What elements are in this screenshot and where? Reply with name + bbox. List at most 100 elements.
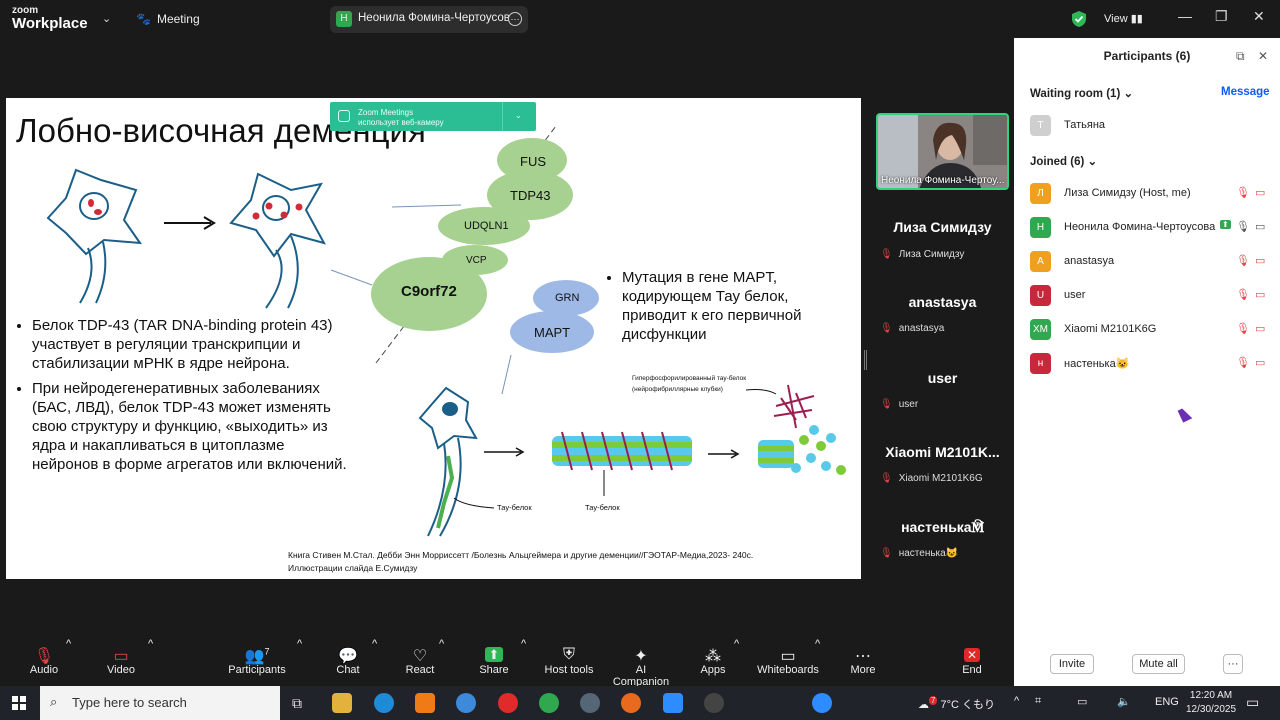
avatar: A [1030, 251, 1051, 272]
avatar: Л [1030, 183, 1051, 204]
yandex-icon[interactable] [498, 693, 518, 713]
video-off-icon[interactable]: ▭ [1255, 322, 1265, 335]
share-button[interactable]: ⬆ Share [478, 638, 510, 676]
waiting-participant-row[interactable]: Т Татьяна [1030, 115, 1270, 137]
share-options-caret[interactable]: ^ [521, 638, 526, 650]
participants-button[interactable]: 👥7 Participants [225, 638, 289, 676]
react-button[interactable]: ♡ React [404, 638, 436, 676]
whiteboards-options-caret[interactable]: ^ [815, 638, 820, 650]
minimize-icon[interactable]: — [1178, 8, 1192, 24]
edge-icon[interactable] [374, 693, 394, 713]
language-indicator[interactable]: ENG [1155, 696, 1179, 708]
waiting-room-header[interactable]: Waiting room (1) ⌄ [1030, 86, 1133, 100]
security-shield-icon[interactable] [1071, 10, 1087, 28]
show-hidden-icons-chevron[interactable]: ^ [1014, 695, 1019, 707]
zoom-taskbar-icon[interactable] [663, 693, 683, 713]
participant-row[interactable]: A anastasya 🎙 ▭ [1030, 251, 1270, 273]
apps-options-caret[interactable]: ^ [734, 638, 739, 650]
resize-handle[interactable] [864, 350, 867, 370]
end-button[interactable]: ✕ End [957, 638, 987, 676]
host-tools-button[interactable]: ⛨ Host tools [544, 638, 594, 676]
video-off-icon[interactable]: ▭ [1255, 186, 1265, 199]
app-icon[interactable] [704, 693, 724, 713]
video-tile[interactable]: user 🎙 user [876, 361, 1009, 431]
video-off-icon[interactable]: ▭ [1255, 288, 1265, 301]
participant-row[interactable]: н настенька😺 🎙 ▭ [1030, 353, 1270, 375]
chat-button[interactable]: 💬 Chat [333, 638, 363, 676]
help-icon[interactable] [812, 693, 832, 713]
more-options-icon[interactable]: ··· [508, 12, 522, 26]
taskbar-search-box[interactable]: ⌕ Type here to search [40, 686, 280, 720]
participants-options-caret[interactable]: ^ [297, 638, 302, 650]
nucleus-dot-icon [88, 199, 94, 207]
weather-widget[interactable]: ☁ 7 7°C くもり [918, 696, 995, 712]
maximize-icon[interactable]: ❐ [1215, 8, 1228, 25]
share-label: Share [479, 664, 509, 676]
chevron-down-icon[interactable]: ⌄ [515, 111, 522, 121]
video-off-icon[interactable]: ▭ [1255, 254, 1265, 267]
ai-companion-button[interactable]: ✦ AI Companion [607, 638, 675, 688]
video-options-caret[interactable]: ^ [148, 638, 153, 650]
mic-muted-icon[interactable]: 🎙 [1236, 322, 1250, 335]
participant-name: Татьяна [1064, 119, 1106, 131]
video-tile[interactable]: anastasya 🎙 anastasya [876, 285, 1009, 355]
react-options-caret[interactable]: ^ [439, 638, 444, 650]
video-icon[interactable]: ▭ [1255, 220, 1265, 233]
video-tile[interactable]: настенька🕅 🎙 настенька😺 [876, 511, 1009, 581]
vlc-icon[interactable] [415, 693, 435, 713]
close-icon[interactable]: ✕ [1253, 8, 1265, 25]
audio-button[interactable]: 🎙 Audio [24, 638, 64, 676]
windows-start-icon[interactable] [12, 696, 26, 710]
video-tile[interactable]: Лиза Симидзу 🎙 Лиза Симидзу [876, 210, 1009, 280]
mic-muted-icon[interactable]: 🎙 [1236, 186, 1250, 199]
apps-button[interactable]: ⁂ Apps [697, 638, 729, 676]
clock[interactable]: 12:20 AM 12/30/2025 [1186, 689, 1236, 717]
notifications-icon[interactable]: ▭ [1246, 694, 1259, 711]
participant-row[interactable]: U user 🎙 ▭ [1030, 285, 1270, 307]
video-tile[interactable]: Xiaomi M2101K... 🎙 Xiaomi M2101K6G [876, 436, 1009, 506]
apps-label: Apps [700, 664, 726, 676]
participant-row[interactable]: Н Неонила Фомина-Чертоусова ⬆ 🎙 ▭ [1030, 217, 1270, 239]
zoom-logo[interactable]: zoom Workplace [12, 6, 88, 32]
whiteboards-button[interactable]: ▭ Whiteboards [757, 638, 819, 676]
task-view-icon[interactable]: ⧉ [292, 695, 302, 712]
meeting-menu[interactable]: 🐾 Meeting [136, 12, 200, 26]
more-options-button[interactable]: ··· [1223, 654, 1243, 674]
mic-icon[interactable]: 🎙 [1236, 220, 1250, 233]
view-label: View [1104, 13, 1128, 25]
video-button[interactable]: ▭ Video [100, 638, 142, 676]
invite-button[interactable]: Invite [1050, 654, 1094, 674]
message-button[interactable]: Message [1221, 86, 1270, 98]
chevron-down-icon[interactable]: ⌄ [102, 12, 111, 25]
firefox-icon[interactable] [621, 693, 641, 713]
app-icon[interactable] [580, 693, 600, 713]
more-button[interactable]: ⋯ More [848, 638, 878, 676]
audio-options-caret[interactable]: ^ [66, 638, 71, 650]
chat-options-caret[interactable]: ^ [372, 638, 377, 650]
search-icon: ⌕ [50, 694, 58, 709]
chrome-icon[interactable] [539, 693, 559, 713]
mic-muted-icon[interactable]: 🎙 [1236, 254, 1250, 267]
tile-name-large: Лиза Симидзу [893, 219, 992, 235]
volume-icon[interactable]: 🔈 [1117, 695, 1131, 708]
bullet-tdp43: Белок TDP-43 (TAR DNA-binding protein 43… [32, 316, 351, 373]
mic-muted-icon[interactable]: 🎙 [1236, 288, 1250, 301]
view-button[interactable]: View ▮▮ [1104, 12, 1143, 25]
camera-icon [338, 110, 350, 122]
joined-header[interactable]: Joined (6) ⌄ [1030, 154, 1097, 168]
mute-all-button[interactable]: Mute all [1132, 654, 1185, 674]
participant-row[interactable]: XM Xiaomi M2101K6G 🎙 ▭ [1030, 319, 1270, 341]
self-video-tile[interactable]: Неонила Фомина-Чертоу... [876, 113, 1009, 190]
mic-muted-icon[interactable]: 🎙 [1236, 356, 1250, 369]
shield-icon: ⛨ [562, 646, 575, 663]
close-panel-icon[interactable]: ✕ [1258, 38, 1268, 74]
video-off-icon[interactable]: ▭ [1255, 356, 1265, 369]
camera-notification[interactable]: Zoom Meetings использует веб-камеру ⌄ [330, 102, 536, 131]
pop-out-icon[interactable]: ⧉ [1236, 38, 1245, 74]
app-icon[interactable] [456, 693, 476, 713]
active-speaker-pill[interactable]: Н Неонила Фомина-Чертоусова' ··· [330, 6, 528, 33]
network-icon[interactable]: ⌗ [1035, 695, 1041, 708]
battery-icon[interactable]: ▭ [1077, 695, 1087, 708]
participant-row[interactable]: Л Лиза Симидзу (Host, me) 🎙 ▭ [1030, 183, 1270, 205]
file-explorer-icon[interactable] [332, 693, 352, 713]
